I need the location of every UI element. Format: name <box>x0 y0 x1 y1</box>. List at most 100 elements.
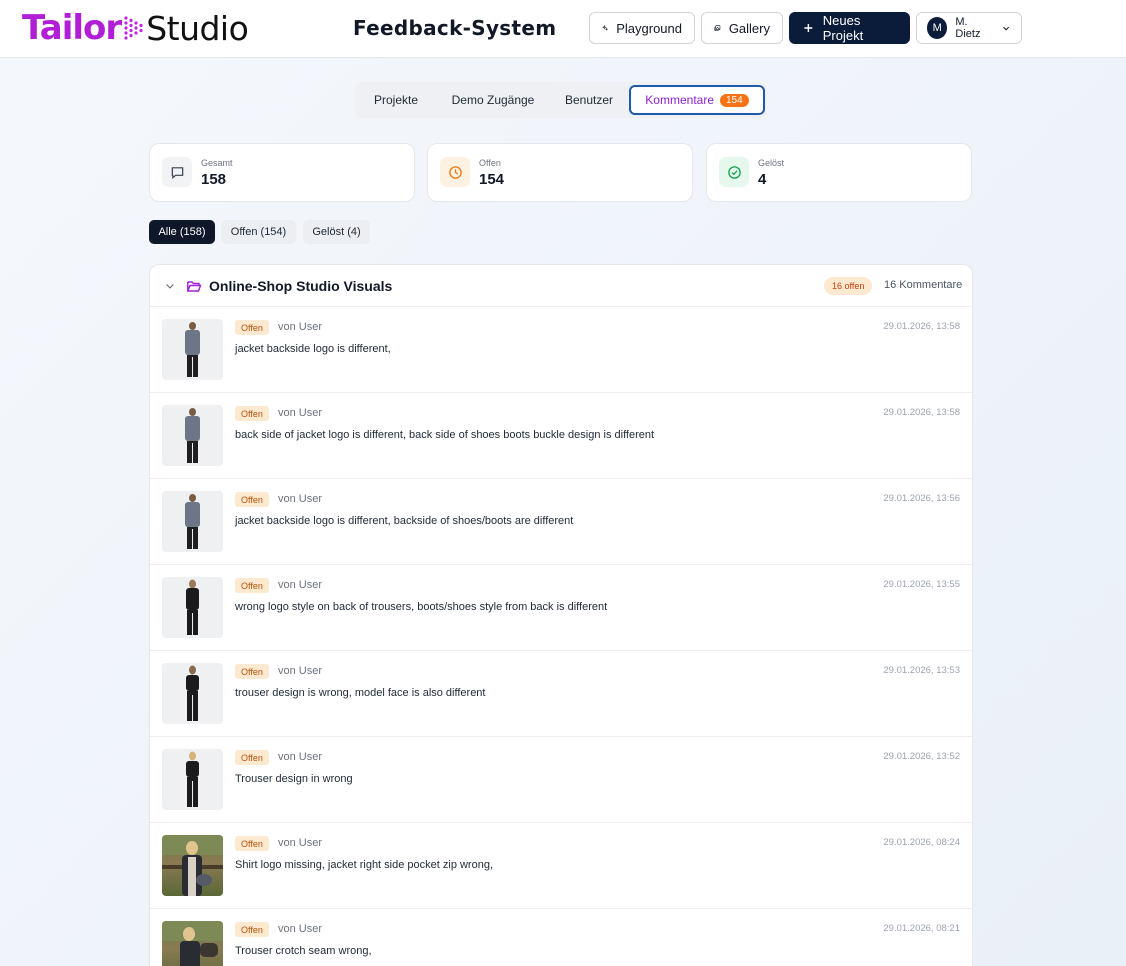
model-back-image <box>185 408 200 463</box>
comment-date: 29.01.2026, 13:52 <box>883 751 960 762</box>
gallery-button[interactable]: Gallery <box>701 12 783 44</box>
comment-date: 29.01.2026, 13:55 <box>883 579 960 590</box>
comment-thumbnail[interactable] <box>162 835 223 896</box>
comment-count: 16 Kommentare <box>884 279 963 291</box>
comment-text: trouser design is wrong, model face is a… <box>235 687 486 699</box>
comment-row[interactable]: Offen von User back side of jacket logo … <box>150 393 972 479</box>
comment-text: jacket backside logo is different, <box>235 343 391 355</box>
tab-kommentare-label: Kommentare <box>645 93 714 107</box>
gallery-label: Gallery <box>728 20 770 36</box>
comment-row[interactable]: Offen von User wrong logo style on back … <box>150 565 972 651</box>
comment-author: von User <box>278 579 323 591</box>
project-header[interactable]: Online-Shop Studio Visuals 16 offen 16 K… <box>150 265 972 307</box>
comment-text: Shirt logo missing, jacket right side po… <box>235 859 494 871</box>
model-front-image <box>186 665 199 721</box>
comment-thumbnail[interactable] <box>162 491 223 552</box>
status-badge: Offen <box>235 578 269 593</box>
comment-date: 29.01.2026, 08:21 <box>883 923 960 934</box>
page-title: Feedback-System <box>353 16 557 40</box>
brand-name-part1: Tailor <box>22 8 122 48</box>
tab-benutzer[interactable]: Benutzer <box>555 82 623 118</box>
new-project-label: Neues Projekt <box>822 13 864 43</box>
logo-arrow-icon <box>124 16 143 40</box>
comment-text: Trouser design in wrong <box>235 773 353 785</box>
comment-author: von User <box>278 751 323 763</box>
comment-text: jacket backside logo is different, backs… <box>235 515 574 527</box>
user-name: M. Dietz <box>955 16 981 40</box>
brand-logo[interactable]: Tailor Studio <box>22 8 249 48</box>
comment-date: 29.01.2026, 13:56 <box>883 493 960 504</box>
comment-date: 29.01.2026, 13:58 <box>883 321 960 332</box>
tab-kommentare[interactable]: Kommentare 154 <box>629 85 765 115</box>
comment-thumbnail[interactable] <box>162 577 223 638</box>
comment-author: von User <box>278 837 323 849</box>
comment-text: wrong logo style on back of trousers, bo… <box>235 601 608 613</box>
project-title: Online-Shop Studio Visuals <box>209 278 393 294</box>
model-front-image <box>186 751 199 807</box>
stat-card-offen: Offen 154 <box>427 143 693 202</box>
comment-row[interactable]: Offen von User jacket backside logo is d… <box>150 479 972 565</box>
filter-geloest[interactable]: Gelöst (4) <box>303 220 370 244</box>
comment-author: von User <box>278 493 323 505</box>
comment-thumbnail[interactable] <box>162 921 223 966</box>
new-project-button[interactable]: Neues Projekt <box>789 12 910 44</box>
status-badge: Offen <box>235 664 269 679</box>
filter-offen[interactable]: Offen (154) <box>221 220 296 244</box>
comment-author: von User <box>278 407 323 419</box>
stat-value: 4 <box>758 171 767 188</box>
status-badge: Offen <box>235 406 269 421</box>
stat-value: 158 <box>201 171 227 188</box>
comment-row[interactable]: Offen von User jacket backside logo is d… <box>150 307 972 393</box>
clock-icon <box>440 157 470 187</box>
status-badge: Offen <box>235 836 269 851</box>
plus-icon <box>804 24 813 32</box>
sparkles-icon <box>602 24 609 31</box>
model-back-image <box>185 322 200 377</box>
comment-thumbnail[interactable] <box>162 749 223 810</box>
comment-row[interactable]: Offen von User Trouser crotch seam wrong… <box>150 909 972 966</box>
comment-row[interactable]: Offen von User Shirt logo missing, jacke… <box>150 823 972 909</box>
comment-row[interactable]: Offen von User Trouser design in wrong 2… <box>150 737 972 823</box>
message-icon <box>162 157 192 187</box>
status-badge: Offen <box>235 492 269 507</box>
project-comments-panel: Online-Shop Studio Visuals 16 offen 16 K… <box>149 264 973 966</box>
chevron-down-icon <box>1002 26 1009 30</box>
playground-label: Playground <box>616 20 682 36</box>
status-badge: Offen <box>235 922 269 937</box>
gallery-icon <box>714 25 721 31</box>
model-back-image <box>185 494 200 549</box>
status-badge: Offen <box>235 320 269 335</box>
comment-author: von User <box>278 923 323 935</box>
comment-text: back side of jacket logo is different, b… <box>235 429 655 441</box>
stat-label: Offen <box>479 158 501 168</box>
brand-name-part2: Studio <box>146 8 249 48</box>
chevron-down-icon[interactable] <box>164 280 176 292</box>
kommentare-count-badge: 154 <box>720 93 749 107</box>
open-count-badge: 16 offen <box>824 277 873 295</box>
comment-thumbnail[interactable] <box>162 405 223 466</box>
status-badge: Offen <box>235 750 269 765</box>
stat-card-gesamt: Gesamt 158 <box>149 143 415 202</box>
filter-alle[interactable]: Alle (158) <box>149 220 215 244</box>
comment-date: 29.01.2026, 13:53 <box>883 665 960 676</box>
stat-value: 154 <box>479 171 505 188</box>
tab-projekte[interactable]: Projekte <box>363 82 429 118</box>
model-outdoor-image <box>162 921 223 966</box>
stat-card-geloest: Gelöst 4 <box>706 143 972 202</box>
comment-date: 29.01.2026, 08:24 <box>883 837 960 848</box>
stat-label: Gelöst <box>758 158 785 168</box>
stat-label: Gesamt <box>201 158 233 168</box>
folder-open-icon <box>187 281 202 292</box>
avatar: M <box>927 17 948 39</box>
comment-author: von User <box>278 321 323 333</box>
check-circle-icon <box>719 157 749 187</box>
comment-thumbnail[interactable] <box>162 319 223 380</box>
comment-thumbnail[interactable] <box>162 663 223 724</box>
playground-button[interactable]: Playground <box>589 12 695 44</box>
model-back-image <box>186 579 199 635</box>
user-menu-button[interactable]: M M. Dietz <box>916 12 1022 44</box>
comment-text: Trouser crotch seam wrong, <box>235 945 372 957</box>
tab-demo-zugaenge[interactable]: Demo Zugänge <box>443 82 543 118</box>
comment-author: von User <box>278 665 323 677</box>
comment-row[interactable]: Offen von User trouser design is wrong, … <box>150 651 972 737</box>
